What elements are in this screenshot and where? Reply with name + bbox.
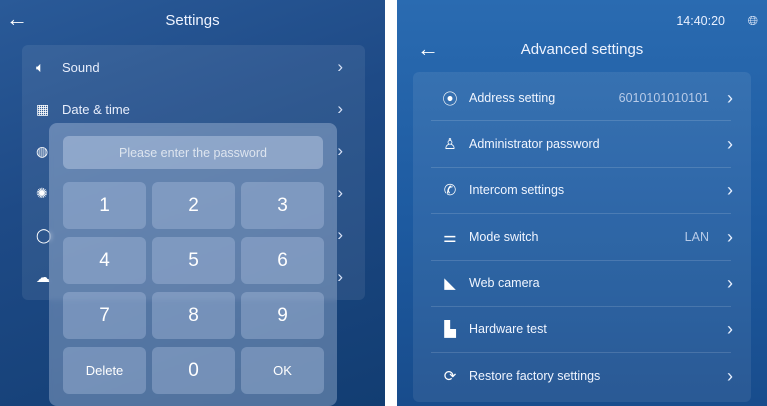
chevron-right-icon: › (727, 318, 733, 339)
restore-factory-settings-row[interactable]: ⟳ Restore factory settings › (413, 353, 751, 399)
mode-switch-row[interactable]: ⚌ Mode switch LAN › (413, 214, 751, 260)
key-5[interactable]: 5 (152, 237, 235, 284)
location-pin-icon: ⦿ (442, 90, 458, 108)
row-label: Address setting (469, 91, 556, 105)
chevron-right-icon: › (337, 141, 343, 160)
advanced-settings-list: ⦿ Address setting 6010101010101 › ♙ Admi… (413, 72, 751, 402)
row-label: Web camera (469, 276, 540, 290)
chevron-right-icon: › (727, 365, 733, 386)
advanced-settings-panel: 14:40:20 🌐︎ ← Advanced settings ⦿ Addres… (397, 0, 767, 406)
settings-item-label: Sound (62, 59, 100, 75)
administrator-password-row[interactable]: ♙ Administrator password › (413, 121, 751, 167)
key-3[interactable]: 3 (241, 182, 324, 229)
key-0[interactable]: 0 (152, 347, 235, 394)
row-label: Hardware test (469, 322, 547, 336)
chevron-right-icon: › (727, 87, 733, 108)
globe-icon: 🌐︎ (747, 13, 758, 28)
chevron-right-icon: › (337, 183, 343, 202)
row-value: LAN (684, 230, 709, 244)
password-input[interactable]: Please enter the password (63, 136, 323, 169)
chevron-right-icon: › (337, 99, 343, 118)
row-value: 6010101010101 (618, 91, 709, 105)
calendar-icon: ▦ (36, 100, 50, 117)
settings-item-sound[interactable]: 🔈︎ Sound › (22, 45, 365, 89)
row-label: Intercom settings (469, 183, 565, 197)
restore-icon: ⟳ (443, 368, 457, 385)
key-7[interactable]: 7 (63, 292, 146, 339)
settings-item-label: Date & time (62, 101, 130, 117)
chevron-right-icon: › (727, 272, 733, 293)
row-label: Restore factory settings (469, 369, 601, 383)
web-camera-row[interactable]: ◣ Web camera › (413, 260, 751, 306)
key-6[interactable]: 6 (241, 237, 324, 284)
password-keypad-dialog: Please enter the password 1 2 3 4 5 6 7 … (49, 123, 337, 406)
chevron-right-icon: › (337, 57, 343, 76)
page-title: Advanced settings (520, 41, 644, 58)
admin-key-icon: ♙ (443, 136, 457, 153)
ok-button[interactable]: OK (241, 347, 324, 394)
chevron-right-icon: › (727, 179, 733, 200)
key-8[interactable]: 8 (152, 292, 235, 339)
chevron-right-icon: › (727, 226, 733, 247)
key-4[interactable]: 4 (63, 237, 146, 284)
key-2[interactable]: 2 (152, 182, 235, 229)
row-label: Administrator password (469, 137, 600, 151)
mode-switch-icon: ⚌ (443, 229, 457, 246)
row-label: Mode switch (469, 230, 539, 244)
settings-panel: ← Settings 🔈︎ Sound › ▦ Date & time › ◍ … (0, 0, 385, 406)
address-setting-row[interactable]: ⦿ Address setting 6010101010101 › (413, 75, 751, 121)
chevron-right-icon: › (727, 133, 733, 154)
hardware-test-icon: ▙ (444, 321, 456, 338)
chevron-right-icon: › (337, 267, 343, 286)
intercom-phone-icon: ✆ (443, 182, 457, 199)
page-title: Settings (165, 12, 220, 29)
web-camera-icon: ◣ (444, 275, 456, 292)
status-time: 14:40:20 (676, 14, 725, 28)
delete-button[interactable]: Delete (63, 347, 146, 394)
hardware-test-row[interactable]: ▙ Hardware test › (413, 306, 751, 352)
key-9[interactable]: 9 (241, 292, 324, 339)
intercom-settings-row[interactable]: ✆ Intercom settings › (413, 167, 751, 213)
chevron-right-icon: › (337, 225, 343, 244)
key-1[interactable]: 1 (63, 182, 146, 229)
speaker-icon: 🔈︎ (36, 58, 45, 75)
